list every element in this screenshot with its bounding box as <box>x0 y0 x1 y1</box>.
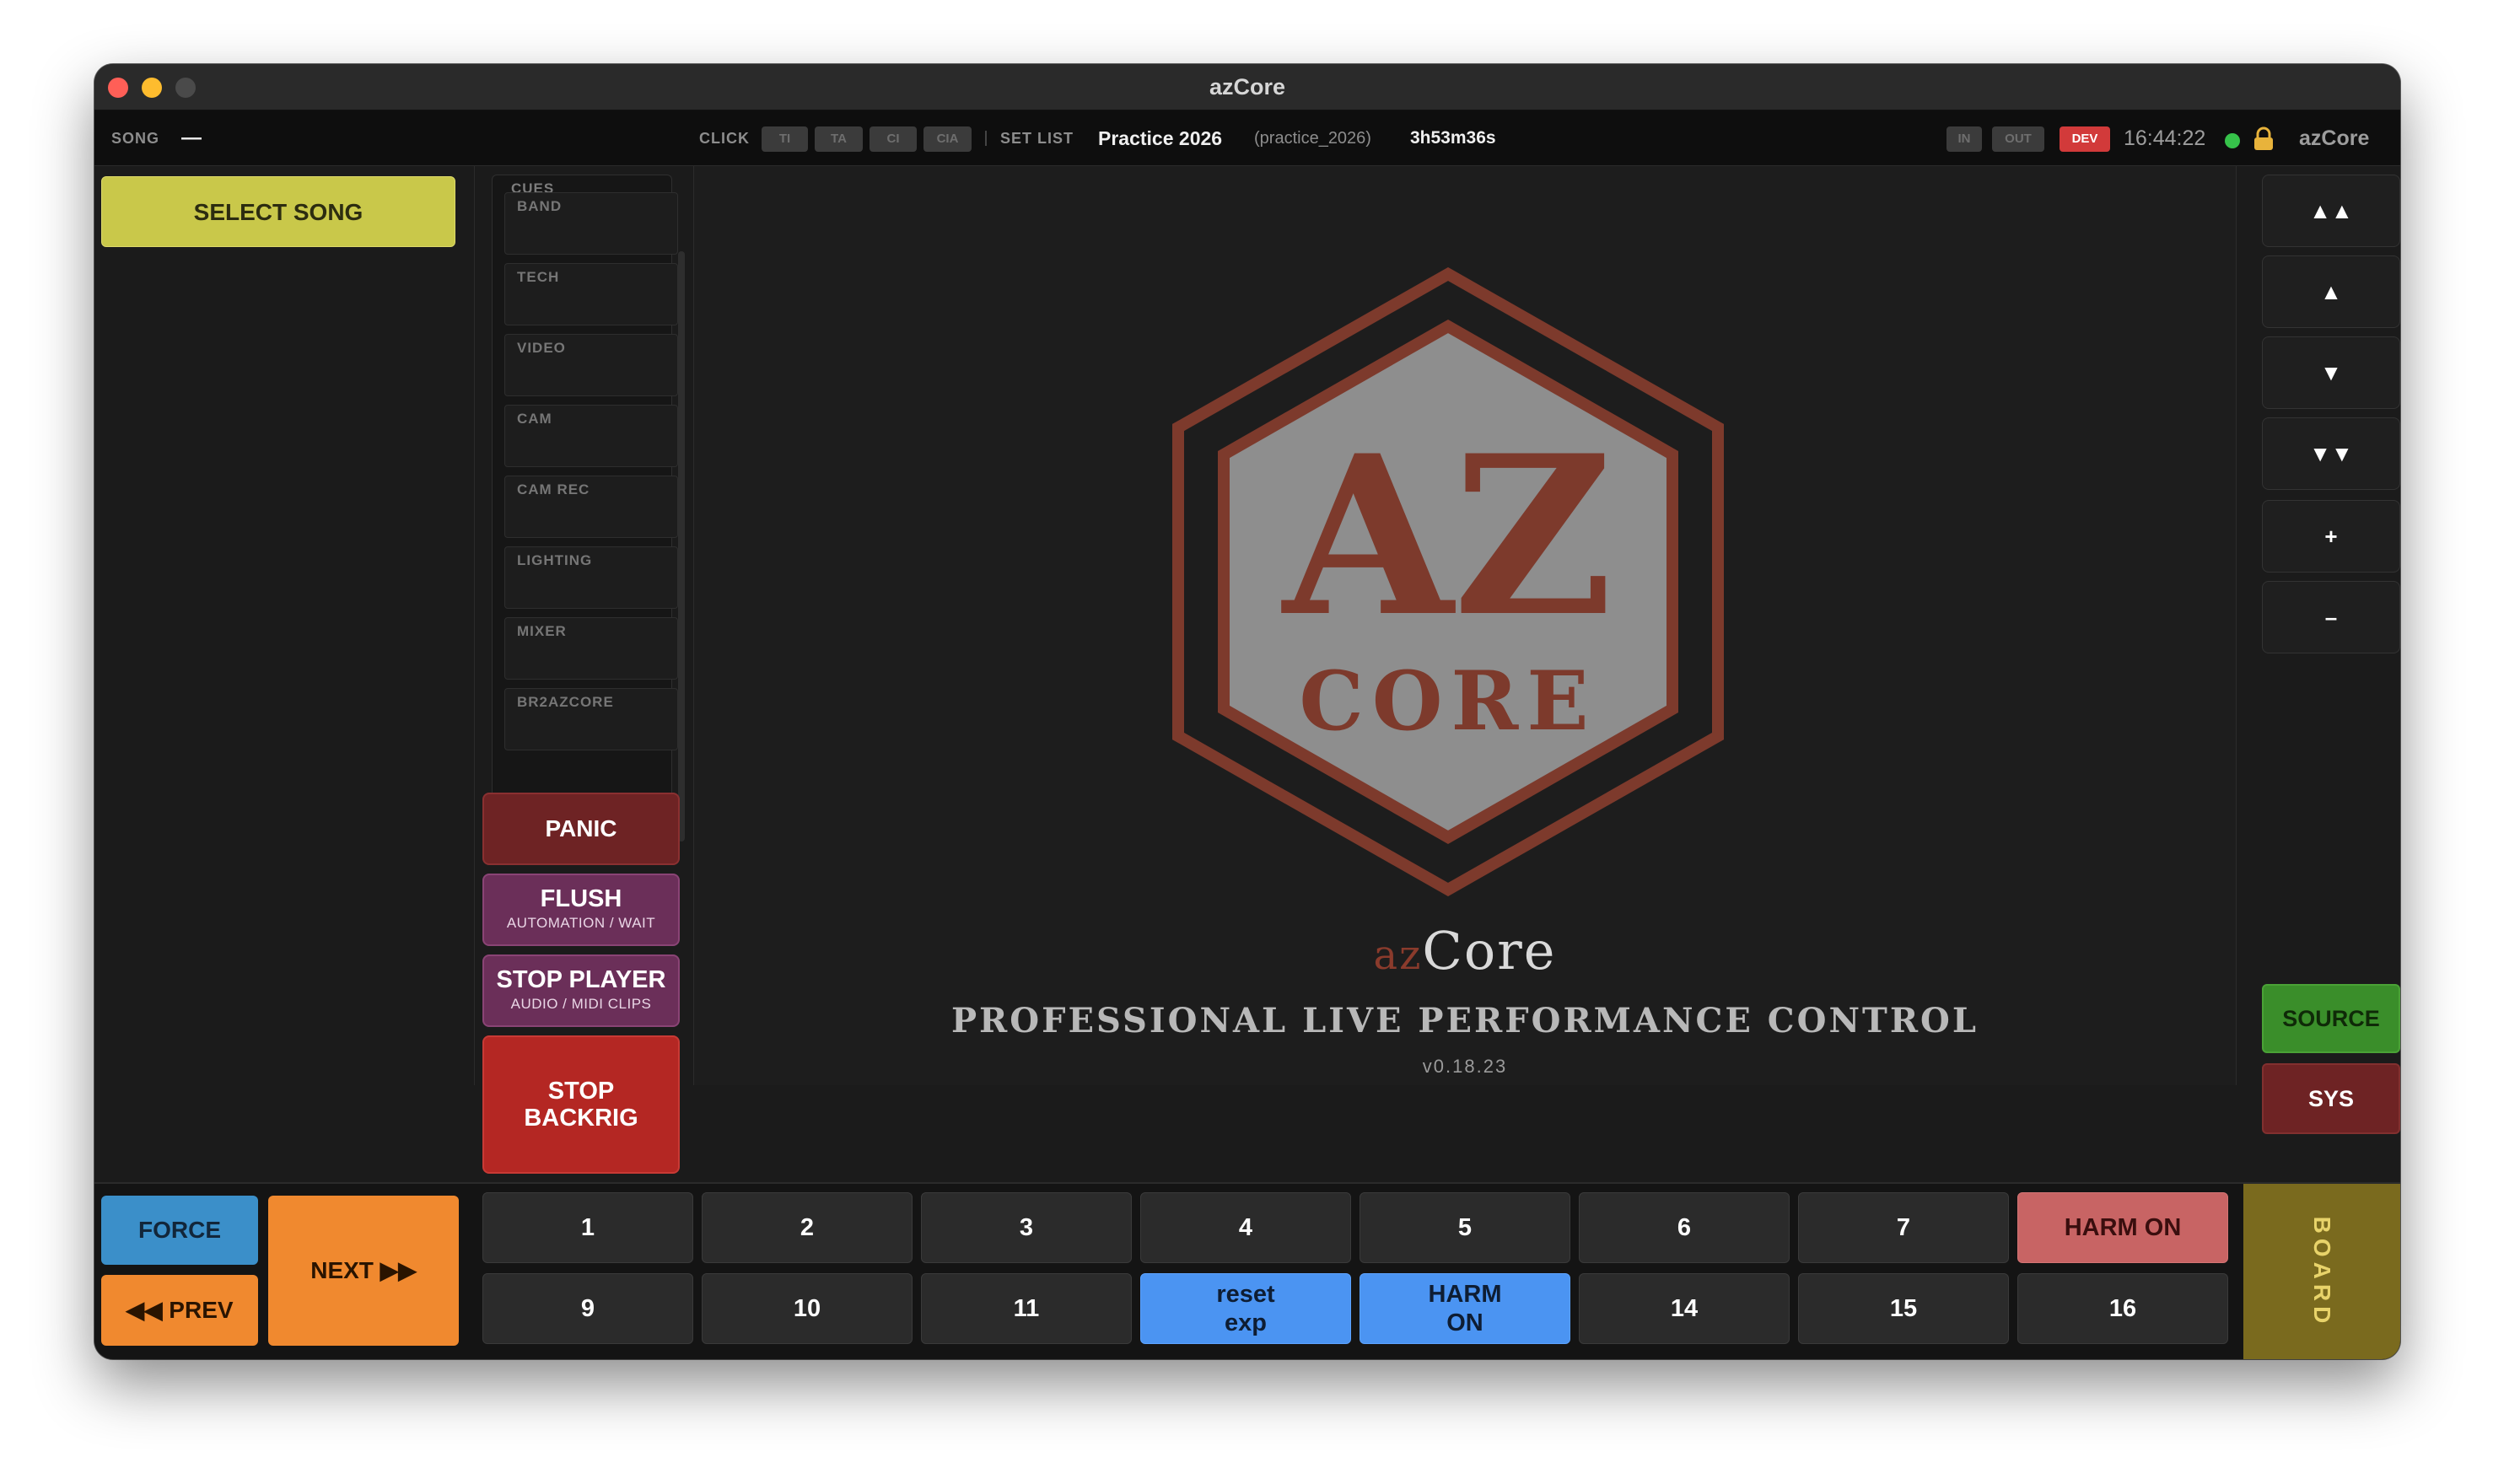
pad-10[interactable]: 10 <box>702 1273 913 1344</box>
tagline: PROFESSIONAL LIVE PERFORMANCE CONTROL <box>950 1001 1979 1040</box>
prev-button[interactable]: ◀◀ PREV <box>101 1275 258 1346</box>
pad-3[interactable]: 3 <box>921 1192 1132 1263</box>
setlist-duration: 3h53m36s <box>1410 128 1496 148</box>
click-chip-ta[interactable]: TA <box>815 126 863 152</box>
song-value: — <box>181 126 202 149</box>
app-window: azCore SONG — CLICK TI TA CI CIA SET LIS… <box>94 64 2400 1359</box>
setlist-label: SET LIST <box>1000 130 1074 147</box>
logo-text-az: AZ <box>1279 408 1613 665</box>
sys-button[interactable]: SYS <box>2262 1063 2400 1134</box>
cue-label: TECH <box>517 269 560 285</box>
stop-backrig-button[interactable]: STOP BACKRIG <box>482 1035 680 1174</box>
brand-name-prefix: az <box>1373 932 1423 979</box>
midi-out-indicator: OUT <box>1992 126 2044 152</box>
azcore-logo: AZ CORE <box>1172 267 1724 896</box>
zoom-in-button[interactable]: + <box>2262 500 2400 573</box>
pad-11[interactable]: 11 <box>921 1273 1132 1344</box>
pad-1[interactable]: 1 <box>482 1192 693 1263</box>
cue-slot-lighting[interactable]: LIGHTING <box>504 546 678 609</box>
cue-slot-cam-rec[interactable]: CAM REC <box>504 476 678 538</box>
cue-label: MIXER <box>517 623 567 639</box>
setlist-id: (practice_2026) <box>1254 129 1371 148</box>
song-label: SONG <box>111 130 160 147</box>
flush-label: FLUSH <box>540 885 622 912</box>
scroll-down-button[interactable]: ▼ <box>2262 336 2400 409</box>
stop-backrig-label-line1: STOP <box>547 1078 615 1105</box>
zoom-out-button[interactable]: – <box>2262 581 2400 653</box>
cue-slot-video[interactable]: VIDEO <box>504 334 678 396</box>
window-title: azCore <box>1209 74 1286 99</box>
pad-15[interactable]: 15 <box>1798 1273 2009 1344</box>
stop-player-label: STOP PLAYER <box>496 966 666 993</box>
pad-6[interactable]: 6 <box>1579 1192 1790 1263</box>
title-bar: azCore <box>94 64 2400 110</box>
pad-7[interactable]: 7 <box>1798 1192 2009 1263</box>
click-chip-ti[interactable]: TI <box>762 126 808 152</box>
cues-list: CUES BAND TECH VIDEO CAM CAM REC LIGHTIN… <box>492 175 678 837</box>
pad-13-harm-on[interactable]: HARM ON <box>1360 1273 1570 1344</box>
panic-button[interactable]: PANIC <box>482 793 680 865</box>
stop-player-button[interactable]: STOP PLAYER AUDIO / MIDI CLIPS <box>482 954 680 1027</box>
force-button[interactable]: FORCE <box>101 1196 258 1265</box>
cue-label: CAM REC <box>517 481 590 497</box>
select-song-button[interactable]: SELECT SONG <box>101 176 455 247</box>
pad-5[interactable]: 5 <box>1360 1192 1570 1263</box>
transport-bar: FORCE ◀◀ PREV NEXT ▶▶ 1 2 3 4 5 6 7 HARM… <box>94 1182 2400 1359</box>
connection-status-icon <box>2225 133 2240 148</box>
cues-scrollbar[interactable] <box>678 251 685 841</box>
flush-sublabel: AUTOMATION / WAIT <box>506 915 656 931</box>
cue-label: LIGHTING <box>517 552 593 568</box>
scroll-top-button[interactable]: ▲▲ <box>2262 175 2400 247</box>
pad-2[interactable]: 2 <box>702 1192 913 1263</box>
pad-9[interactable]: 9 <box>482 1273 693 1344</box>
setlist-name[interactable]: Practice 2026 <box>1098 110 1222 166</box>
cue-slot-band[interactable]: BAND <box>504 192 678 255</box>
song-panel: SELECT SONG <box>94 166 464 1085</box>
pad-4[interactable]: 4 <box>1140 1192 1351 1263</box>
scroll-bottom-button[interactable]: ▼▼ <box>2262 417 2400 490</box>
pad-8-harm-on[interactable]: HARM ON <box>2017 1192 2228 1263</box>
cue-slot-tech[interactable]: TECH <box>504 263 678 325</box>
brand-name: azCore <box>694 920 2236 981</box>
status-separator <box>985 131 987 146</box>
app-name-label: azCore <box>2299 126 2370 150</box>
splash-stage: AZ CORE azCore PROFESSIONAL LIVE PERFORM… <box>693 166 2237 1085</box>
dev-badge: DEV <box>2060 126 2110 152</box>
cue-label: CAM <box>517 411 552 427</box>
stop-backrig-label-line2: BACKRIG <box>524 1105 638 1132</box>
cue-label: VIDEO <box>517 340 566 356</box>
click-chip-ci[interactable]: CI <box>870 126 917 152</box>
cue-label: BAND <box>517 198 563 214</box>
lock-icon[interactable] <box>2252 126 2275 152</box>
clock: 16:44:22 <box>2124 126 2206 150</box>
version-label: v0.18.23 <box>1422 1056 1508 1077</box>
click-chip-cia[interactable]: CIA <box>923 126 972 152</box>
scroll-up-button[interactable]: ▲ <box>2262 255 2400 328</box>
status-bar: SONG — CLICK TI TA CI CIA SET LIST Pract… <box>94 110 2400 166</box>
cue-slot-br2azcore[interactable]: BR2AZCORE <box>504 688 678 750</box>
click-label: CLICK <box>699 130 750 147</box>
cues-panel: CUES BAND TECH VIDEO CAM CAM REC LIGHTIN… <box>474 166 685 1085</box>
board-button[interactable]: BOARD <box>2243 1184 2400 1359</box>
stop-player-sublabel: AUDIO / MIDI CLIPS <box>510 996 652 1012</box>
board-label: BOARD <box>2309 1216 2335 1329</box>
pad-12-reset-exp[interactable]: reset exp <box>1140 1273 1351 1344</box>
flush-button[interactable]: FLUSH AUTOMATION / WAIT <box>482 874 680 946</box>
pad-16[interactable]: 16 <box>2017 1273 2228 1344</box>
midi-in-indicator: IN <box>1946 126 1982 152</box>
cue-label: BR2AZCORE <box>517 694 614 710</box>
source-button[interactable]: SOURCE <box>2262 984 2400 1053</box>
navigation-panel: ▲▲ ▲ ▼ ▼▼ + – SOURCE SYS <box>2243 166 2400 1134</box>
pad-14[interactable]: 14 <box>1579 1273 1790 1344</box>
cue-slot-mixer[interactable]: MIXER <box>504 617 678 680</box>
cue-slot-cam[interactable]: CAM <box>504 405 678 467</box>
logo-text-core: CORE <box>1300 653 1597 749</box>
brand-name-suffix: Core <box>1422 920 1557 981</box>
next-button[interactable]: NEXT ▶▶ <box>268 1196 459 1346</box>
